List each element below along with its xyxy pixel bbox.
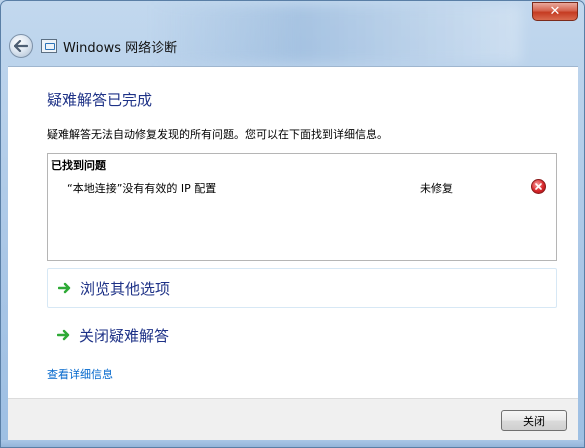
problems-header: 已找到问题	[51, 159, 106, 172]
network-diagnostics-icon	[41, 39, 57, 53]
page-heading: 疑难解答已完成	[47, 91, 153, 109]
content-area: 疑难解答已完成 疑难解答无法自动修复发现的所有问题。您可以在下面找到详细信息。 …	[8, 66, 578, 398]
close-troubleshooter-button[interactable]: 关闭疑难解答	[47, 315, 557, 355]
view-details-link[interactable]: 查看详细信息	[47, 366, 113, 382]
close-button[interactable]: 关闭	[501, 410, 567, 431]
error-icon	[531, 179, 546, 194]
title-bar-glass	[151, 5, 521, 63]
diagnostics-window: ✕ Windows 网络诊断 疑难解答已完成 疑难解答无法自动修复发现的所有问题…	[0, 0, 585, 448]
problem-description: “本地连接”没有有效的 IP 配置	[67, 182, 217, 195]
button-footer: 关闭	[8, 398, 578, 441]
close-troubleshooter-label: 关闭疑难解答	[79, 326, 170, 345]
problems-found-panel: 已找到问题 “本地连接”没有有效的 IP 配置 未修复	[47, 153, 557, 261]
green-arrow-icon	[56, 327, 72, 343]
navigation-bar: Windows 网络诊断	[9, 33, 177, 59]
result-description: 疑难解答无法自动修复发现的所有问题。您可以在下面找到详细信息。	[47, 128, 388, 141]
window-title: Windows 网络诊断	[63, 40, 178, 56]
back-arrow-icon	[14, 40, 28, 52]
explore-other-options-button[interactable]: 浏览其他选项	[47, 268, 557, 308]
window-close-button[interactable]: ✕	[532, 2, 578, 21]
window-bottom-frame	[1, 440, 584, 447]
back-button[interactable]	[9, 34, 33, 58]
explore-other-options-label: 浏览其他选项	[80, 279, 171, 298]
problem-row: “本地连接”没有有效的 IP 配置 未修复	[48, 178, 556, 196]
close-icon: ✕	[549, 4, 561, 19]
green-arrow-icon	[57, 280, 73, 296]
problem-status: 未修复	[420, 182, 453, 195]
